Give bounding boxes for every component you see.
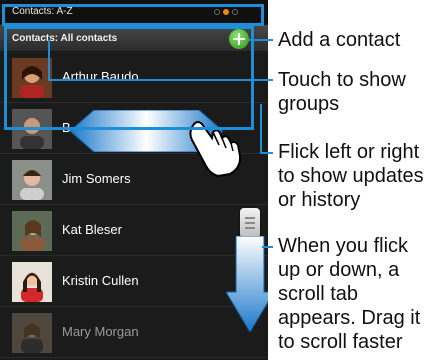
contact-avatar (12, 211, 52, 251)
contact-avatar (12, 160, 52, 200)
groups-callout-line-2: groups (278, 93, 340, 115)
contact-avatar (12, 313, 52, 353)
leader-line (48, 40, 50, 80)
contact-name: Kat Bleser (62, 222, 122, 237)
contact-name: Kristin Cullen (62, 273, 139, 288)
scroll-tab-icon[interactable] (240, 208, 260, 238)
status-highlight-box (2, 4, 264, 26)
flick-callout-line-2: to show updates (278, 165, 424, 187)
scroll-callout-line-3: scroll tab (278, 283, 359, 305)
leader-line (262, 246, 273, 248)
leader-line (260, 104, 262, 154)
scroll-callout-line-4: appears. Drag it (278, 307, 421, 329)
scroll-callout-line-1: When you flick (278, 235, 409, 257)
add-contact-callout: Add a contact (278, 29, 401, 51)
scroll-callout-line-5: to scroll faster (278, 331, 403, 353)
flick-callout-line-1: Flick left or right (278, 141, 420, 163)
leader-line (249, 39, 273, 41)
leader-line (260, 152, 273, 154)
contact-avatar (12, 262, 52, 302)
flick-callout-line-3: or history (278, 189, 361, 211)
groups-callout-line-1: Touch to show (278, 69, 406, 91)
scroll-callout-line-2: up or down, a (278, 259, 400, 281)
scroll-arrow-icon (226, 236, 268, 332)
leader-line (48, 79, 273, 81)
contact-name: Jim Somers (62, 171, 131, 186)
contact-name: Mary Morgan (62, 324, 139, 339)
list-highlight-box (4, 26, 254, 130)
